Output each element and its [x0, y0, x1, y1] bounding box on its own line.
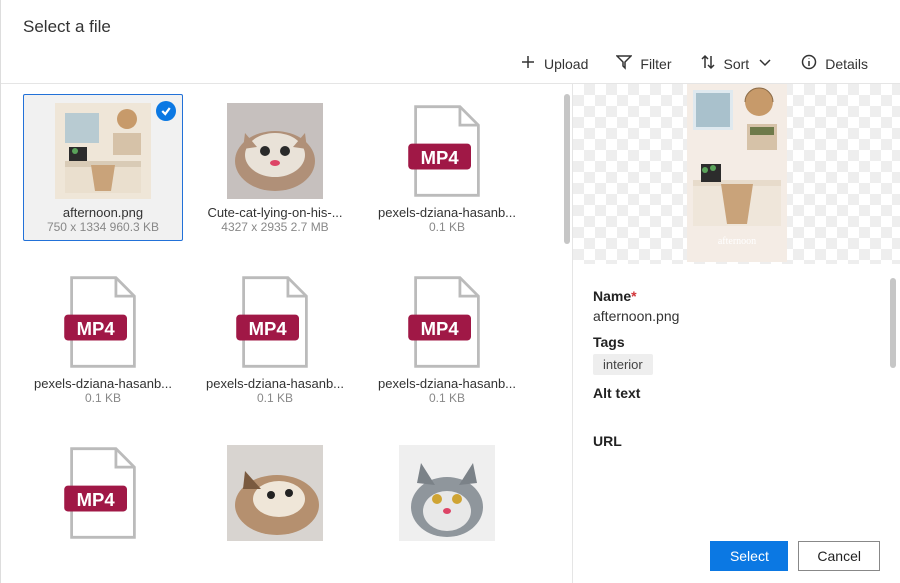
file-card[interactable]: [367, 436, 527, 554]
file-meta: 0.1 KB: [257, 391, 293, 405]
file-card[interactable]: MP4 pexels-dziana-hasanb...0.1 KB: [195, 265, 355, 412]
filter-label: Filter: [640, 56, 671, 72]
file-card[interactable]: afternoon.png750 x 1334 960.3 KB: [23, 94, 183, 241]
name-field-value[interactable]: afternoon.png: [593, 308, 880, 324]
side-panel: afternoon Name* afternoon.png Tags inter…: [572, 84, 900, 583]
sort-button[interactable]: Sort: [700, 54, 774, 73]
toolbar: Upload Filter Sort Details: [1, 48, 900, 84]
sort-label: Sort: [724, 56, 750, 72]
alttext-field-label: Alt text: [593, 385, 880, 401]
file-thumb: [227, 103, 323, 199]
dialog-header: Select a file: [1, 0, 900, 48]
info-icon: [801, 54, 817, 73]
file-name: pexels-dziana-hasanb...: [34, 376, 172, 391]
dialog-title: Select a file: [23, 17, 111, 37]
file-meta: 0.1 KB: [429, 391, 465, 405]
detail-scrollbar[interactable]: [890, 278, 896, 368]
file-name: pexels-dziana-hasanb...: [378, 205, 516, 220]
dialog-body: afternoon.png750 x 1334 960.3 KBCute-cat…: [1, 84, 900, 583]
dialog-footer: Select Cancel: [690, 529, 900, 583]
file-name: afternoon.png: [63, 205, 143, 220]
svg-text:afternoon: afternoon: [717, 236, 755, 247]
svg-text:MP4: MP4: [249, 318, 288, 339]
chevron-down-icon: [757, 54, 773, 73]
file-card[interactable]: Cute-cat-lying-on-his-...4327 x 2935 2.7…: [195, 94, 355, 241]
svg-text:MP4: MP4: [77, 318, 116, 339]
details-button[interactable]: Details: [801, 54, 868, 73]
upload-button[interactable]: Upload: [520, 54, 588, 73]
file-thumb: MP4: [55, 274, 151, 370]
file-card[interactable]: [195, 436, 355, 554]
file-name: Cute-cat-lying-on-his-...: [207, 205, 342, 220]
preview-image: afternoon: [687, 84, 787, 262]
file-grid: afternoon.png750 x 1334 960.3 KBCute-cat…: [23, 94, 566, 554]
file-card[interactable]: MP4: [23, 436, 183, 554]
file-thumb: [55, 103, 151, 199]
svg-text:MP4: MP4: [421, 147, 460, 168]
file-name: pexels-dziana-hasanb...: [378, 376, 516, 391]
selected-check-icon: [156, 101, 176, 121]
svg-text:MP4: MP4: [421, 318, 460, 339]
file-thumb: MP4: [399, 103, 495, 199]
name-field-label: Name*: [593, 288, 880, 304]
file-meta: 0.1 KB: [85, 391, 121, 405]
file-grid-pane[interactable]: afternoon.png750 x 1334 960.3 KBCute-cat…: [1, 84, 572, 583]
svg-text:MP4: MP4: [77, 489, 116, 510]
file-name: pexels-dziana-hasanb...: [206, 376, 344, 391]
file-card[interactable]: MP4 pexels-dziana-hasanb...0.1 KB: [367, 265, 527, 412]
file-thumb: MP4: [55, 445, 151, 541]
file-thumb: MP4: [399, 274, 495, 370]
url-field-label: URL: [593, 433, 880, 449]
file-thumb: [399, 445, 495, 541]
file-card[interactable]: MP4 pexels-dziana-hasanb...0.1 KB: [23, 265, 183, 412]
file-meta: 750 x 1334 960.3 KB: [47, 220, 159, 234]
close-icon[interactable]: [870, 14, 878, 40]
cancel-button[interactable]: Cancel: [798, 541, 880, 571]
tags-field-label: Tags: [593, 334, 880, 350]
file-thumb: MP4: [227, 274, 323, 370]
tag-chip[interactable]: interior: [593, 354, 653, 375]
select-file-dialog: Select a file Upload Filter Sort Details…: [0, 0, 900, 583]
file-thumb: [227, 445, 323, 541]
grid-scrollbar[interactable]: [564, 94, 570, 244]
upload-label: Upload: [544, 56, 588, 72]
file-card[interactable]: MP4 pexels-dziana-hasanb...0.1 KB: [367, 94, 527, 241]
file-meta: 4327 x 2935 2.7 MB: [221, 220, 328, 234]
sort-icon: [700, 54, 716, 73]
filter-button[interactable]: Filter: [616, 54, 671, 73]
funnel-icon: [616, 54, 632, 73]
plus-icon: [520, 54, 536, 73]
details-label: Details: [825, 56, 868, 72]
select-button[interactable]: Select: [710, 541, 788, 571]
file-meta: 0.1 KB: [429, 220, 465, 234]
preview-area: afternoon: [573, 84, 900, 264]
